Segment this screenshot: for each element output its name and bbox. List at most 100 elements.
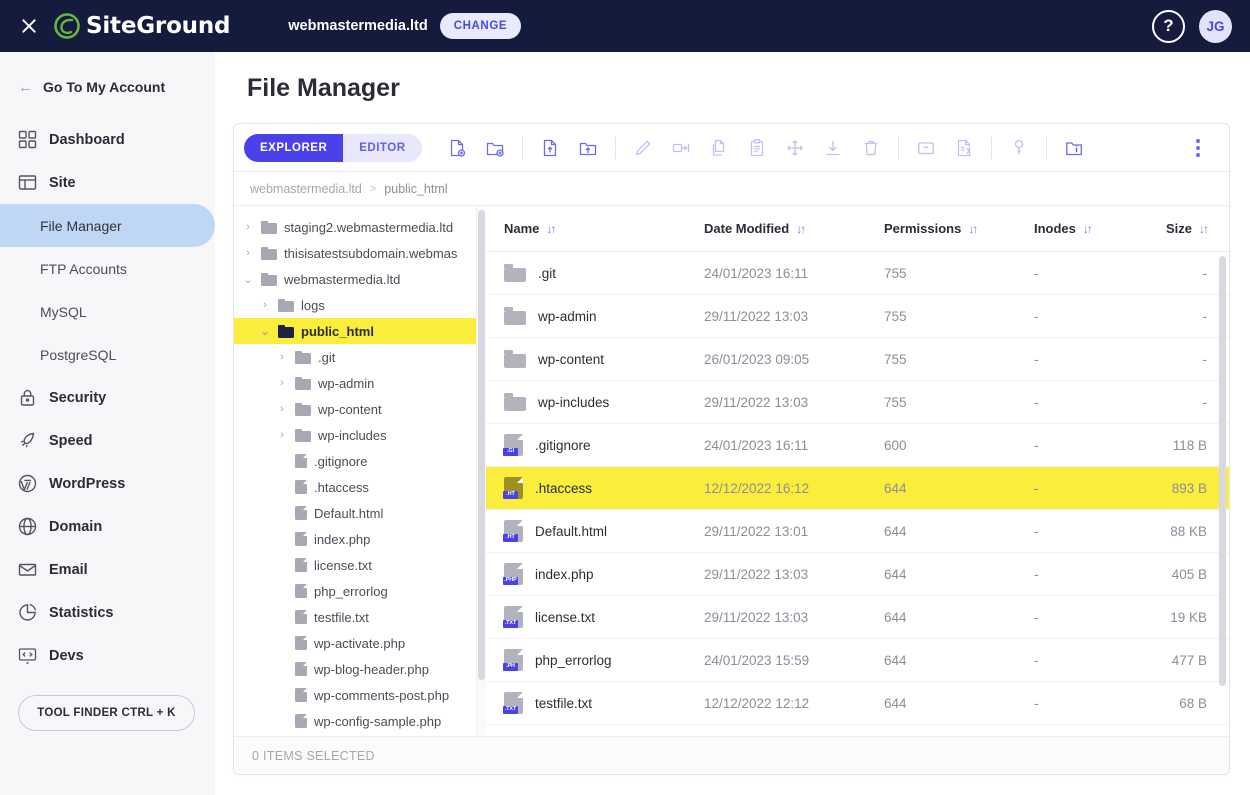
grid-icon (18, 130, 37, 149)
twisty-collapsed-icon[interactable]: › (242, 221, 254, 233)
cell-size: - (1202, 351, 1208, 367)
twisty-collapsed-icon[interactable]: › (276, 377, 288, 389)
avatar[interactable]: JG (1199, 9, 1232, 43)
change-site-button[interactable]: CHANGE (439, 13, 522, 39)
tree-node[interactable]: license.txt (234, 552, 486, 578)
sidebar-item-dashboard[interactable]: Dashboard (0, 118, 215, 161)
sort-icon[interactable]: ↓↑ (968, 222, 978, 236)
toolbar-divider (1045, 136, 1047, 159)
upload-file-icon[interactable] (531, 129, 569, 167)
tree-node[interactable]: testfile.txt (234, 604, 486, 630)
folder-icon (504, 350, 526, 368)
tree-node[interactable]: Default.html (234, 500, 486, 526)
siteground-logo[interactable]: SiteGround (54, 13, 230, 39)
twisty-collapsed-icon[interactable]: › (276, 351, 288, 363)
twisty-collapsed-icon[interactable]: › (242, 247, 254, 259)
go-to-my-account-link[interactable]: ← Go To My Account (0, 70, 215, 104)
tree-node[interactable]: wp-config-sample.php (234, 708, 486, 734)
sidebar-item-domain[interactable]: Domain (0, 505, 215, 548)
sidebar-item-file-manager[interactable]: File Manager (0, 204, 215, 247)
column-header-name[interactable]: Name ↓↑ (504, 221, 704, 236)
tree-node[interactable]: wp-activate.php (234, 630, 486, 656)
tree-node[interactable]: .gitignore (234, 448, 486, 474)
tree-node[interactable]: ⌄ public_html (234, 318, 486, 344)
tree-node[interactable]: › .git (234, 344, 486, 370)
tree-node[interactable]: › wp-content (234, 396, 486, 422)
tab-explorer[interactable]: EXPLORER (244, 133, 344, 162)
sort-icon[interactable]: ↓↑ (1199, 222, 1209, 236)
tree-node[interactable]: wp-comments-post.php (234, 682, 486, 708)
table-row[interactable]: .TXT testfile.txt 12/12/2022 12:12 644 - 68 B (486, 682, 1229, 725)
edit-pencil-icon (624, 129, 662, 167)
column-header-permissions[interactable]: Permissions ↓↑ (884, 221, 1034, 236)
twisty-expanded-icon[interactable]: ⌄ (242, 273, 254, 286)
tree-node[interactable]: › staging2.webmastermedia.ltd (234, 214, 486, 240)
new-file-icon[interactable] (438, 129, 476, 167)
file-name-label: .gitignore (535, 437, 591, 453)
sort-icon[interactable]: ↓↑ (546, 222, 556, 236)
twisty-collapsed-icon[interactable]: › (259, 299, 271, 311)
close-icon[interactable] (18, 15, 40, 37)
code-monitor-icon (18, 646, 37, 665)
more-kebab-icon[interactable] (1179, 129, 1217, 167)
upload-folder-icon[interactable] (569, 129, 607, 167)
cell-inodes: - (1034, 480, 1039, 496)
file-icon (295, 688, 307, 702)
tree-node[interactable]: php_errorlog (234, 578, 486, 604)
file-icon (295, 558, 307, 572)
column-header-date-modified[interactable]: Date Modified ↓↑ (704, 221, 884, 236)
sidebar-item-wordpress[interactable]: WordPress (0, 462, 215, 505)
sidebar-item-mysql[interactable]: MySQL (0, 290, 215, 333)
tree-node[interactable]: › wp-admin (234, 370, 486, 396)
new-folder-icon[interactable] (476, 129, 514, 167)
sidebar-item-speed[interactable]: Speed (0, 419, 215, 462)
breadcrumb-root[interactable]: webmastermedia.ltd (250, 182, 362, 196)
column-header-inodes[interactable]: Inodes ↓↑ (1034, 221, 1154, 236)
twisty-collapsed-icon[interactable]: › (276, 403, 288, 415)
tree-node[interactable]: › logs (234, 292, 486, 318)
file-icon (295, 480, 307, 494)
table-row[interactable]: wp-includes 29/11/2022 13:03 755 - - (486, 381, 1229, 424)
sidebar-item-security[interactable]: Security (0, 376, 215, 419)
tab-editor[interactable]: EDITOR (343, 133, 422, 162)
tree-node[interactable]: ⌄ webmastermedia.ltd (234, 266, 486, 292)
sidebar-item-statistics[interactable]: Statistics (0, 591, 215, 634)
tree-scrollbar-thumb[interactable] (478, 210, 485, 680)
tree-node[interactable] (234, 734, 486, 736)
table-row[interactable]: .TXT license.txt 29/11/2022 13:03 644 - 19 KB (486, 596, 1229, 639)
breadcrumb-current[interactable]: public_html (384, 182, 447, 196)
tree-node[interactable]: wp-blog-header.php (234, 656, 486, 682)
tool-finder-button[interactable]: TOOL FINDER CTRL + K (18, 695, 195, 731)
table-row[interactable]: .git 24/01/2023 16:11 755 - - (486, 252, 1229, 295)
sort-icon[interactable]: ↓↑ (796, 222, 806, 236)
folder-info-icon[interactable] (1055, 129, 1093, 167)
sidebar-item-postgresql[interactable]: PostgreSQL (0, 333, 215, 376)
tree-node[interactable]: index.php (234, 526, 486, 552)
table-row[interactable]: .PHP index.php 29/11/2022 13:03 644 - 405 B (486, 553, 1229, 596)
tree-scrollbar[interactable] (476, 206, 486, 736)
table-scrollbar-thumb[interactable] (1219, 256, 1226, 686)
table-row[interactable]: .GI .gitignore 24/01/2023 16:11 600 - 118 B (486, 424, 1229, 467)
cell-name: .TXT testfile.txt (503, 692, 704, 714)
tree-node[interactable]: › thisisatestsubdomain.webmas (234, 240, 486, 266)
sidebar-item-site[interactable]: Site (0, 161, 215, 204)
twisty-expanded-icon[interactable]: ⌄ (259, 325, 271, 338)
table-row[interactable]: .HT Default.html 29/11/2022 13:01 644 - 88 KB (486, 510, 1229, 553)
sidebar-item-email[interactable]: Email (0, 548, 215, 591)
sidebar-item-devs[interactable]: Devs (0, 634, 215, 677)
twisty-collapsed-icon[interactable]: › (276, 429, 288, 441)
sort-icon[interactable]: ↓↑ (1083, 222, 1093, 236)
help-icon[interactable]: ? (1152, 9, 1185, 43)
column-header-size[interactable]: Size ↓↑ (1154, 221, 1229, 236)
folder-icon (278, 324, 294, 338)
table-row[interactable]: wp-content 26/01/2023 09:05 755 - - (486, 338, 1229, 381)
envelope-icon (18, 560, 37, 579)
tree-node-label: wp-comments-post.php (314, 687, 450, 703)
table-row[interactable]: wp-admin 29/11/2022 13:03 755 - - (486, 295, 1229, 338)
tree-node[interactable]: .htaccess (234, 474, 486, 500)
table-row[interactable]: .PH php_errorlog 24/01/2023 15:59 644 - 477 B (486, 639, 1229, 682)
cell-size: 68 B (1179, 695, 1207, 711)
table-row[interactable]: .HT .htaccess 12/12/2022 16:12 644 - 893 B (486, 467, 1229, 510)
tree-node[interactable]: › wp-includes (234, 422, 486, 448)
sidebar-item-ftp-accounts[interactable]: FTP Accounts (0, 247, 215, 290)
